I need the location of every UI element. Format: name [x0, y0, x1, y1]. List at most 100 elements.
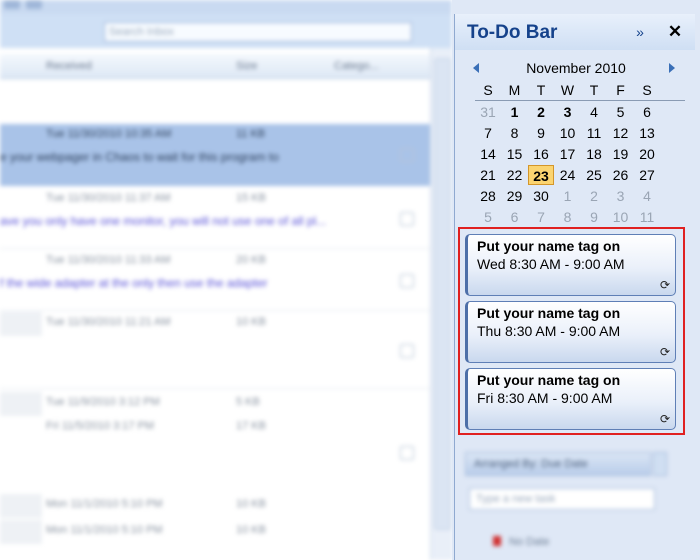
previous-month-icon[interactable]	[473, 63, 479, 73]
calendar-day[interactable]: 4	[581, 102, 607, 122]
flag-icon	[493, 536, 501, 546]
new-task-input[interactable]: Type a new task	[469, 488, 655, 510]
calendar-day[interactable]: 14	[475, 144, 501, 164]
search-input[interactable]: Search Inbox	[104, 22, 412, 42]
scrollbar-thumb[interactable]	[434, 58, 451, 530]
row-size: 15 KB	[236, 192, 266, 204]
table-row[interactable]: Fri 11/5/2010 3:17 PM 17 KB	[0, 416, 430, 486]
expand-icon[interactable]: »	[631, 23, 649, 41]
calendar-day[interactable]: 5	[475, 207, 501, 227]
appointment-title: Put your name tag on	[477, 372, 621, 388]
flag-icon[interactable]	[400, 446, 414, 460]
appointments-list: Put your name tag on Wed 8:30 AM - 9:00 …	[458, 227, 685, 435]
row-size: 10 KB	[236, 316, 266, 328]
calendar-day[interactable]: 17	[555, 144, 581, 164]
calendar-day[interactable]: 1	[502, 102, 528, 122]
table-row[interactable]: Tue 11/9/2010 3:12 PM 5 KB	[0, 392, 430, 416]
calendar-day[interactable]: 2	[528, 102, 554, 122]
calendar-day[interactable]: 15	[502, 144, 528, 164]
calendar-day[interactable]: 9	[528, 123, 554, 143]
column-header: Received Size Catego...	[0, 54, 430, 79]
calendar-day[interactable]: 22	[502, 165, 528, 185]
calendar-day[interactable]: 13	[634, 123, 660, 143]
calendar-day[interactable]: 20	[634, 144, 660, 164]
appointment-item[interactable]: Put your name tag on Thu 8:30 AM - 9:00 …	[465, 301, 676, 363]
calendar-week-row: 31 1 2 3 4 5 6	[475, 102, 685, 123]
calendar-day[interactable]: 26	[608, 165, 634, 185]
calendar-day[interactable]: 7	[475, 123, 501, 143]
flag-icon[interactable]	[400, 344, 414, 358]
task-group-label: No Date	[509, 536, 550, 548]
calendar-day[interactable]: 1	[555, 186, 581, 206]
calendar-day[interactable]: 31	[475, 102, 501, 122]
calendar-day[interactable]: 30	[528, 186, 554, 206]
calendar-day[interactable]: 29	[502, 186, 528, 206]
calendar-day[interactable]: 19	[608, 144, 634, 164]
vertical-scrollbar[interactable]	[430, 48, 452, 560]
calendar-day[interactable]: 3	[555, 102, 581, 122]
appointment-item[interactable]: Put your name tag on Fri 8:30 AM - 9:00 …	[465, 368, 676, 430]
row-size: 5 KB	[236, 396, 260, 408]
row-date: Tue 11/30/2010 11:33 AM	[46, 254, 171, 266]
calendar-day[interactable]: 5	[608, 102, 634, 122]
weekday-label: F	[616, 82, 625, 98]
calendar-day[interactable]: 7	[528, 207, 554, 227]
arrange-dropdown-button[interactable]	[653, 452, 667, 476]
flag-icon[interactable]	[400, 274, 414, 288]
table-row[interactable]: Tue 11/30/2010 10:35 AM 11 KB e your web…	[0, 124, 430, 186]
column-size[interactable]: Size	[236, 54, 257, 78]
row-date: Tue 11/30/2010 10:35 AM	[46, 128, 172, 140]
table-row[interactable]: Tue 11/30/2010 11:33 AM 20 KB f the wide…	[0, 250, 430, 310]
calendar-day[interactable]: 6	[634, 102, 660, 122]
calendar-day[interactable]: 16	[528, 144, 554, 164]
calendar-day[interactable]: 9	[581, 207, 607, 227]
calendar-day[interactable]: 11	[581, 123, 607, 143]
toolbar-button[interactable]	[4, 0, 20, 9]
appointment-time: Thu 8:30 AM - 9:00 AM	[477, 323, 621, 339]
toolbar-button[interactable]	[26, 0, 42, 9]
row-size: 20 KB	[236, 254, 266, 266]
calendar-day-today[interactable]: 23	[528, 165, 554, 185]
appointment-item[interactable]: Put your name tag on Wed 8:30 AM - 9:00 …	[465, 234, 676, 296]
calendar-day[interactable]: 10	[608, 207, 634, 227]
column-categories[interactable]: Catego...	[334, 54, 379, 78]
calendar-day[interactable]: 12	[608, 123, 634, 143]
table-row[interactable]: Mon 11/1/2010 5:10 PM 10 KB	[0, 520, 430, 544]
calendar-day[interactable]: 10	[555, 123, 581, 143]
calendar-grid: S M T W T F S 31 1 2 3 4 5 6 7 8 9 10 11 12 13 14 15 16 17 18 19 20…	[475, 80, 685, 228]
calendar-day[interactable]: 3	[608, 186, 634, 206]
calendar-day[interactable]: 4	[634, 186, 660, 206]
arrange-by-header[interactable]: Arranged By: Due Date	[465, 452, 651, 476]
calendar-day[interactable]: 2	[581, 186, 607, 206]
recurring-icon: ⟳	[659, 412, 670, 426]
row-divider	[0, 310, 430, 311]
calendar-week-row: 7 8 9 10 11 12 13	[475, 123, 685, 144]
calendar-day[interactable]: 24	[555, 165, 581, 185]
table-row[interactable]: Tue 11/30/2010 11:37 AM 15 KB ave you on…	[0, 188, 430, 248]
calendar-day[interactable]: 8	[502, 123, 528, 143]
calendar-day[interactable]: 11	[634, 207, 660, 227]
weekday-header-row: SMTWTFS	[475, 80, 685, 101]
row-preview: e your webpager in Chaos to wait for thi…	[0, 150, 279, 164]
row-icon-cell	[0, 520, 42, 544]
calendar-day[interactable]: 6	[502, 207, 528, 227]
table-row[interactable]: Tue 11/30/2010 11:21 AM 10 KB	[0, 312, 430, 388]
calendar-day[interactable]: 25	[581, 165, 607, 185]
recurring-icon: ⟳	[659, 278, 670, 292]
calendar-day[interactable]: 27	[634, 165, 660, 185]
calendar-day[interactable]: 28	[475, 186, 501, 206]
calendar-week-row: 5 6 7 8 9 10 11	[475, 207, 685, 228]
flag-icon[interactable]	[400, 212, 414, 226]
flag-icon[interactable]	[400, 148, 414, 162]
next-month-icon[interactable]	[669, 63, 675, 73]
row-divider	[0, 248, 430, 249]
column-received[interactable]: Received	[46, 54, 92, 78]
close-icon[interactable]: ✕	[665, 22, 685, 42]
row-date: Mon 11/1/2010 5:10 PM	[46, 524, 163, 536]
table-row[interactable]: Mon 11/1/2010 5:10 PM 10 KB	[0, 494, 430, 518]
calendar-day[interactable]: 8	[555, 207, 581, 227]
calendar-day[interactable]: 21	[475, 165, 501, 185]
calendar-day[interactable]: 18	[581, 144, 607, 164]
calendar-week-row: 21 22 23 24 25 26 27	[475, 165, 685, 186]
row-icon-cell	[0, 392, 42, 416]
